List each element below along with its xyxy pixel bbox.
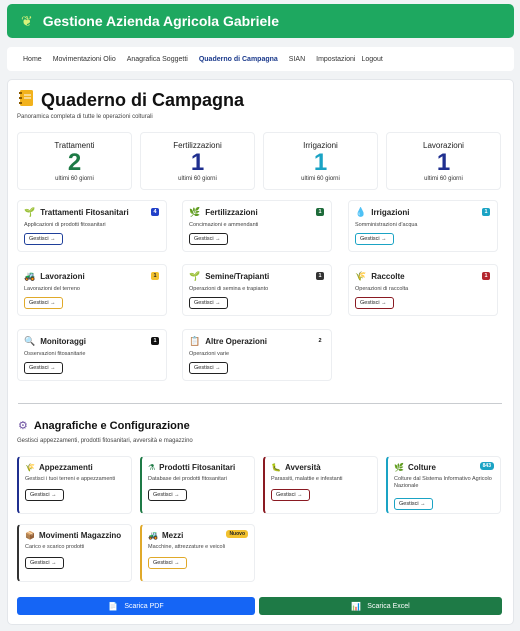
tractor-icon: 🚜 (148, 531, 158, 540)
document-icon: 📄 (108, 601, 119, 611)
gestisci-button[interactable]: Gestisci → (25, 489, 64, 501)
bug-icon: 🐛 (271, 463, 281, 472)
gear-icon: ⚙ (18, 420, 28, 432)
gestisci-button[interactable]: Gestisci → (25, 557, 64, 569)
new-badge: Nuovo (226, 530, 248, 538)
nav-home[interactable]: Home (23, 56, 42, 63)
op-card-trattamenti-fitosanitari: 🌱 Trattamenti Fitosanitari 4 Applicazioni… (17, 200, 167, 252)
config-section-subtitle: Gestisci appezzamenti, prodotti fitosani… (17, 438, 193, 444)
sprout-icon: 🌱 (189, 271, 201, 281)
notebook-icon (18, 89, 34, 112)
cfg-card-mezzi: 🚜 Mezzi Nuovo Macchine, attrezzature e ve… (140, 524, 255, 582)
spreadsheet-icon: 📊 (351, 601, 362, 611)
app-title: Gestione Azienda Agricola Gabriele (42, 13, 279, 29)
cfg-card-colture: 🌿 Colture 843 Colture dal Sistema Informa… (386, 456, 501, 514)
download-pdf-button[interactable]: 📄 Scarica PDF (17, 597, 255, 615)
nav-quaderno-di-campagna[interactable]: Quaderno di Campagna (199, 56, 278, 63)
gestisci-button[interactable]: Gestisci → (271, 489, 310, 501)
gestisci-button[interactable]: Gestisci → (24, 233, 63, 245)
nav-impostazioni[interactable]: Impostazioni (316, 56, 355, 63)
config-section-title: ⚙ Anagrafiche e Configurazione (18, 419, 190, 433)
stat-card-lavorazioni: Lavorazioni 1 ultimi 60 giorni (386, 132, 501, 190)
op-card-monitoraggi: 🔍 Monitoraggi 1 Osservazioni fitosanitari… (17, 329, 167, 381)
nav-sian[interactable]: SIAN (289, 56, 305, 63)
count-badge: 1 (316, 272, 324, 280)
tractor-icon: 🚜 (24, 271, 36, 281)
op-card-semine-trapianti: 🌱 Semine/Trapianti 1 Operazioni di semina… (182, 264, 332, 316)
gestisci-button[interactable]: Gestisci → (148, 489, 187, 501)
cfg-card-appezzamenti: 🌾 Appezzamenti Gestisci i tuoi terreni e … (17, 456, 132, 514)
section-divider (18, 403, 502, 404)
app-header: ❦ Gestione Azienda Agricola Gabriele (7, 4, 514, 38)
op-card-irrigazioni: 💧 Irrigazioni 1 Somministrazioni d'acqua … (348, 200, 498, 252)
wheat-icon: ❦ (21, 12, 33, 29)
count-badge: 1 (482, 208, 490, 216)
gestisci-button[interactable]: Gestisci → (24, 362, 63, 374)
count-badge: 1 (482, 272, 490, 280)
gestisci-button[interactable]: Gestisci → (24, 297, 63, 309)
op-card-fertilizzazioni: 🌿 Fertilizzazioni 1 Concimazioni e ammend… (182, 200, 332, 252)
gestisci-button[interactable]: Gestisci → (189, 362, 228, 374)
box-icon: 📦 (25, 531, 35, 540)
nav-movimentazioni-olio[interactable]: Movimentazioni Olio (53, 56, 116, 63)
nav-anagrafica-soggetti[interactable]: Anagrafica Soggetti (127, 56, 188, 63)
gestisci-button[interactable]: Gestisci → (355, 297, 394, 309)
plant-icon: 🌿 (394, 463, 404, 472)
count-badge: 2 (316, 337, 324, 345)
cfg-card-avversita: 🐛 Avversità Parassiti, malattie e infesta… (263, 456, 378, 514)
top-nav: Home Movimentazioni Olio Anagrafica Sogg… (7, 47, 514, 71)
count-badge: 1 (151, 337, 159, 345)
page-subtitle: Panoramica completa di tutte le operazio… (17, 114, 153, 120)
nav-logout[interactable]: Logout (361, 56, 382, 63)
op-card-altre-operazioni: 📋 Altre Operazioni 2 Operazioni varie Ges… (182, 329, 332, 381)
droplet-icon: 💧 (355, 207, 367, 217)
op-card-lavorazioni: 🚜 Lavorazioni 1 Lavorazioni del terreno G… (17, 264, 167, 316)
gestisci-button[interactable]: Gestisci → (189, 233, 228, 245)
download-excel-button[interactable]: 📊 Scarica Excel (259, 597, 502, 615)
seedling-icon: 🌱 (24, 207, 36, 217)
field-icon: 🌾 (25, 463, 35, 472)
stat-card-trattamenti: Trattamenti 2 ultimi 60 giorni (17, 132, 132, 190)
stat-card-fertilizzazioni: Fertilizzazioni 1 ultimi 60 giorni (140, 132, 255, 190)
gestisci-button[interactable]: Gestisci → (355, 233, 394, 245)
gestisci-button[interactable]: Gestisci → (189, 297, 228, 309)
gestisci-button[interactable]: Gestisci → (394, 498, 433, 510)
count-badge: 1 (151, 272, 159, 280)
cfg-card-prodotti-fitosanitari: ⚗ Prodotti Fitosanitari Database dei prod… (140, 456, 255, 514)
stat-card-irrigazioni: Irrigazioni 1 ultimi 60 giorni (263, 132, 378, 190)
count-badge: 843 (479, 462, 494, 470)
count-badge: 4 (151, 208, 159, 216)
clipboard-icon: 📋 (189, 336, 201, 346)
sprout-icon: 🌿 (189, 207, 201, 217)
main-panel: Quaderno di Campagna Panoramica completa… (7, 79, 514, 625)
op-card-raccolte: 🌾 Raccolte 1 Operazioni di raccolta Gesti… (348, 264, 498, 316)
count-badge: 1 (316, 208, 324, 216)
magnifier-icon: 🔍 (24, 336, 36, 346)
page-title: Quaderno di Campagna (18, 89, 244, 112)
flask-icon: ⚗ (148, 463, 156, 472)
wheat-icon: 🌾 (355, 271, 367, 281)
cfg-card-movimenti-magazzino: 📦 Movimenti Magazzino Carico e scarico pr… (17, 524, 132, 582)
gestisci-button[interactable]: Gestisci → (148, 557, 187, 569)
